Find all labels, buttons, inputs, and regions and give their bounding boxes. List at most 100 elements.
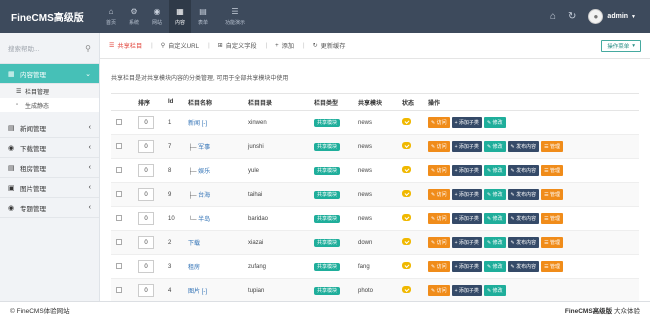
publish-content-button[interactable]: ✎ 发布内容 [507, 261, 540, 272]
avatar[interactable]: ● [588, 9, 604, 24]
manage-button[interactable]: ☰ 管理 [541, 165, 564, 176]
row-checkbox[interactable] [116, 190, 122, 197]
tab-add[interactable]: + 添加 [275, 41, 294, 51]
visit-button[interactable]: ✎ 访问 [428, 213, 450, 224]
visit-button[interactable]: ✎ 访问 [428, 117, 450, 128]
sidebar-item-news-manage[interactable]: ▤ 新闻管理 ‹ [0, 118, 99, 138]
sidebar-item-column-manage[interactable]: ☰ 栏目管理 [0, 84, 99, 98]
nav-home[interactable]: ⌂ 首页 [100, 0, 122, 33]
order-input[interactable]: 0 [138, 212, 154, 225]
edit-button[interactable]: ✎ 修改 [483, 261, 506, 272]
manage-button[interactable]: ☰ 管理 [541, 261, 564, 272]
add-child-button[interactable]: + 添加子类 [451, 237, 482, 248]
visit-button[interactable]: ✎ 访问 [428, 165, 450, 176]
column-name-link[interactable]: 娱乐 [198, 169, 210, 175]
add-child-button[interactable]: + 添加子类 [451, 261, 482, 272]
refresh-icon[interactable]: ↻ [568, 11, 576, 22]
tab-custom-field[interactable]: ⊞ 自定义字段 [218, 41, 257, 50]
order-input[interactable]: 0 [138, 188, 154, 201]
publish-content-button[interactable]: ✎ 发布内容 [507, 189, 540, 200]
column-name-link[interactable]: 新闻 [188, 121, 200, 127]
manage-button[interactable]: ☰ 管理 [541, 141, 564, 152]
order-input[interactable]: 0 [138, 116, 154, 129]
column-name-link[interactable]: 下载 [188, 241, 200, 247]
tab-shared-column[interactable]: ☰ 共享栏目 [109, 41, 142, 50]
app-title[interactable]: FineCMS高级版 [0, 0, 100, 33]
row-checkbox[interactable] [116, 286, 122, 293]
search-box[interactable]: 搜索帮助... ⚲ [0, 33, 99, 64]
manage-button[interactable]: ☰ 管理 [541, 213, 564, 224]
status-check-icon[interactable] [402, 238, 411, 245]
manage-button[interactable]: ☰ 管理 [541, 189, 564, 200]
operation-menu-button[interactable]: 操作菜单 ▾ [601, 40, 641, 52]
status-check-icon[interactable] [402, 214, 411, 221]
add-child-button[interactable]: + 添加子类 [451, 213, 482, 224]
status-check-icon[interactable] [402, 142, 411, 149]
publish-content-button[interactable]: ✎ 发布内容 [507, 213, 540, 224]
search-input[interactable]: 搜索帮助... [8, 43, 85, 53]
add-child-button[interactable]: + 添加子类 [451, 165, 482, 176]
sidebar-item-generate-static[interactable]: ▫ 生成静态 [0, 98, 99, 112]
status-check-icon[interactable] [402, 118, 411, 125]
edit-button[interactable]: ✎ 修改 [483, 237, 506, 248]
edit-button[interactable]: ✎ 修改 [483, 213, 506, 224]
manage-button[interactable]: ☰ 管理 [541, 237, 564, 248]
collapse-toggle[interactable]: [-] [200, 121, 207, 127]
nav-demo[interactable]: ☰ 功能演示 [215, 0, 255, 33]
nav-system[interactable]: ⚙ 系统 [123, 0, 145, 33]
collapse-toggle[interactable]: [-] [200, 289, 207, 295]
sidebar-item-download-manage[interactable]: ◉ 下载管理 ‹ [0, 138, 99, 158]
status-check-icon[interactable] [402, 262, 411, 269]
edit-button[interactable]: ✎ 修改 [483, 285, 506, 296]
edit-button[interactable]: ✎ 修改 [483, 189, 506, 200]
add-child-button[interactable]: + 添加子类 [451, 285, 482, 296]
edit-button[interactable]: ✎ 修改 [483, 141, 506, 152]
add-child-button[interactable]: + 添加子类 [451, 141, 482, 152]
publish-content-button[interactable]: ✎ 发布内容 [507, 141, 540, 152]
edit-button[interactable]: ✎ 修改 [483, 165, 506, 176]
add-child-button[interactable]: + 添加子类 [451, 117, 482, 128]
column-name-link[interactable]: 台海 [198, 193, 210, 199]
nav-form[interactable]: ▤ 表单 [192, 0, 214, 33]
status-check-icon[interactable] [402, 166, 411, 173]
col-id[interactable]: Id [163, 93, 183, 111]
row-checkbox[interactable] [116, 214, 122, 221]
row-checkbox[interactable] [116, 166, 122, 173]
search-icon[interactable]: ⚲ [85, 44, 91, 53]
order-input[interactable]: 0 [138, 140, 154, 153]
order-input[interactable]: 0 [138, 236, 154, 249]
column-name-link[interactable]: 半岛 [198, 217, 210, 223]
col-order[interactable]: 排序 [133, 93, 163, 111]
sidebar-item-topic-manage[interactable]: ◉ 专题管理 ‹ [0, 198, 99, 218]
tab-update-cache[interactable]: ↻ 更新缓存 [313, 41, 346, 50]
sidebar-item-rent-manage[interactable]: ▤ 租房管理 ‹ [0, 158, 99, 178]
row-checkbox[interactable] [116, 262, 122, 269]
sidebar-item-photo-manage[interactable]: ▣ 图片管理 ‹ [0, 178, 99, 198]
row-checkbox[interactable] [116, 238, 122, 245]
sidebar-item-content-manage[interactable]: ▦ 内容管理 ⌄ [0, 64, 99, 84]
row-checkbox[interactable] [116, 142, 122, 149]
nav-content[interactable]: ▦ 内容 [169, 0, 191, 33]
column-name-link[interactable]: 租房 [188, 265, 200, 271]
row-checkbox[interactable] [116, 118, 122, 125]
nav-site[interactable]: ◉ 网站 [146, 0, 168, 33]
order-input[interactable]: 0 [138, 284, 154, 297]
visit-button[interactable]: ✎ 访问 [428, 261, 450, 272]
order-input[interactable]: 0 [138, 260, 154, 273]
visit-button[interactable]: ✎ 访问 [428, 189, 450, 200]
add-child-button[interactable]: + 添加子类 [451, 189, 482, 200]
user-name[interactable]: admin [607, 13, 628, 20]
visit-button[interactable]: ✎ 访问 [428, 141, 450, 152]
column-name-link[interactable]: 图片 [188, 289, 200, 295]
home-icon[interactable]: ⌂ [550, 11, 556, 22]
publish-content-button[interactable]: ✎ 发布内容 [507, 237, 540, 248]
publish-content-button[interactable]: ✎ 发布内容 [507, 165, 540, 176]
visit-button[interactable]: ✎ 访问 [428, 285, 450, 296]
column-name-link[interactable]: 军事 [198, 145, 210, 151]
order-input[interactable]: 0 [138, 164, 154, 177]
visit-button[interactable]: ✎ 访问 [428, 237, 450, 248]
status-check-icon[interactable] [402, 286, 411, 293]
tab-custom-url[interactable]: ⚲ 自定义URL [161, 41, 199, 50]
status-check-icon[interactable] [402, 190, 411, 197]
edit-button[interactable]: ✎ 修改 [483, 117, 506, 128]
